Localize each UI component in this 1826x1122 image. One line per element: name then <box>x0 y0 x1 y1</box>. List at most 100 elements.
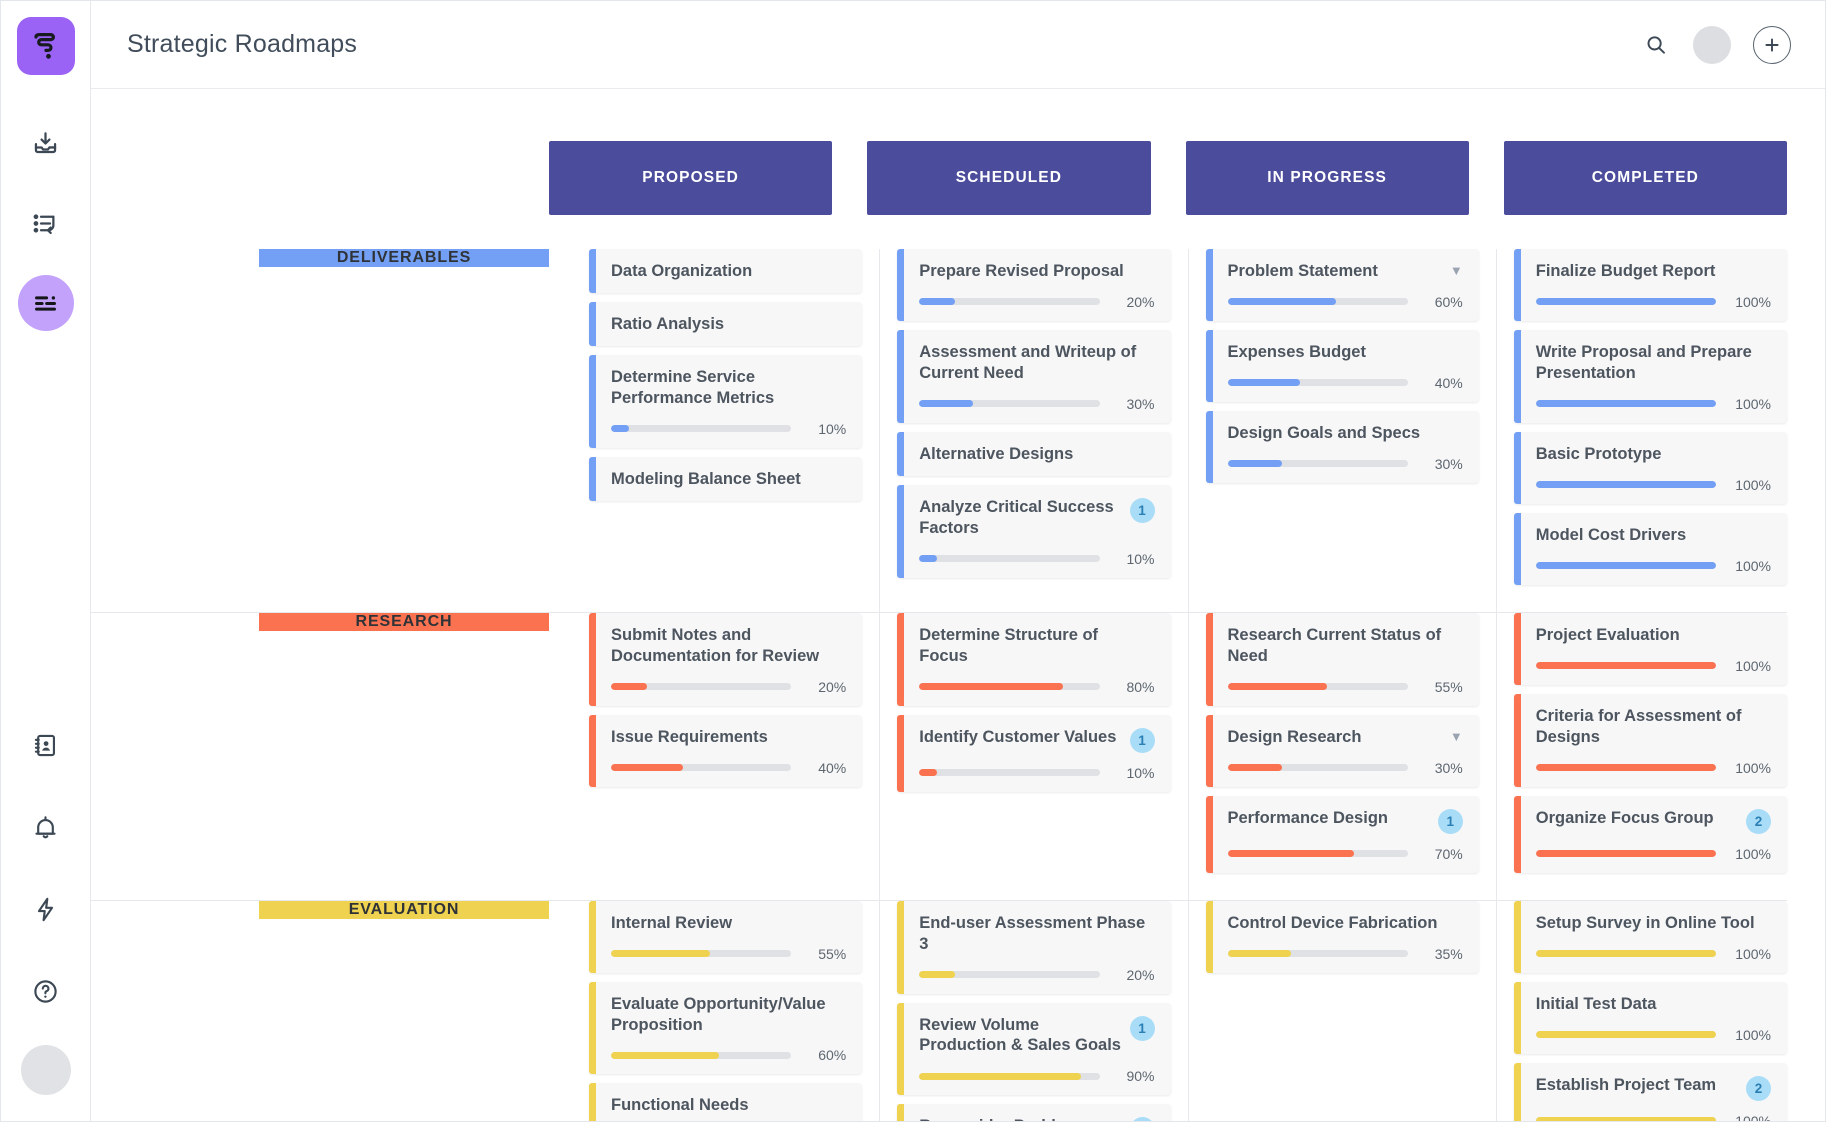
task-card[interactable]: Alternative Designs <box>897 432 1170 476</box>
task-card[interactable]: Finalize Budget Report100% <box>1514 249 1787 321</box>
task-card[interactable]: Problem Statement▼60% <box>1206 249 1479 321</box>
search-button[interactable] <box>1641 30 1671 60</box>
task-card[interactable]: Expenses Budget40% <box>1206 330 1479 402</box>
card-badge-count[interactable]: 1 <box>1130 1117 1155 1121</box>
task-card[interactable]: Design Research▼30% <box>1206 715 1479 787</box>
task-card[interactable]: Organize Focus Group2100% <box>1514 796 1787 873</box>
task-card[interactable]: Design Goals and Specs30% <box>1206 411 1479 483</box>
page-title: Strategic Roadmaps <box>127 30 357 59</box>
card-progress: 20% <box>611 679 846 695</box>
sidebar-profile-avatar[interactable] <box>21 1045 71 1095</box>
task-card[interactable]: Ratio Analysis <box>589 302 862 346</box>
card-badge-count[interactable]: 1 <box>1130 1016 1155 1041</box>
progress-track <box>1536 662 1716 669</box>
cell-research-scheduled: Determine Structure of Focus80% Identify … <box>897 613 1170 900</box>
card-header: Data Organization <box>611 261 846 282</box>
card-progress: 100% <box>1536 558 1771 574</box>
board-lines-icon <box>32 290 59 317</box>
task-card[interactable]: Submit Notes and Documentation for Revie… <box>589 613 862 706</box>
card-accent-bar <box>897 485 904 578</box>
progress-track <box>611 683 791 690</box>
card-header: Control Device Fabrication <box>1228 913 1463 934</box>
task-card[interactable]: Review Volume Production & Sales Goals19… <box>897 1003 1170 1096</box>
sidebar-item-help[interactable] <box>18 963 74 1019</box>
progress-percent: 100% <box>1729 396 1771 412</box>
sidebar-item-tasks[interactable] <box>18 195 74 251</box>
swimlane-label-evaluation[interactable]: EVALUATION <box>259 901 549 919</box>
task-card[interactable]: Functional Needs <box>589 1083 862 1121</box>
task-card[interactable]: Initial Test Data100% <box>1514 982 1787 1054</box>
sidebar-item-inbox[interactable] <box>18 115 74 171</box>
cell-deliverables-proposed: Data Organization Ratio Analysis Determine… <box>589 249 862 612</box>
task-card[interactable]: Write Proposal and Prepare Presentation1… <box>1514 330 1787 423</box>
task-card[interactable]: Performance Design170% <box>1206 796 1479 873</box>
card-header: Analyze Critical Success Factors1 <box>919 497 1154 539</box>
progress-fill <box>1228 764 1282 771</box>
app-logo-icon[interactable] <box>17 17 75 75</box>
task-card[interactable]: Determine Service Performance Metrics10% <box>589 355 862 448</box>
card-title: Problem Statement <box>1228 261 1450 282</box>
card-badge-count[interactable]: 1 <box>1438 809 1463 834</box>
task-card[interactable]: Identify Customer Values110% <box>897 715 1170 792</box>
progress-percent: 20% <box>1113 294 1155 310</box>
task-card[interactable]: Determine Structure of Focus80% <box>897 613 1170 706</box>
task-card[interactable]: Data Organization <box>589 249 862 293</box>
task-card[interactable]: Basic Prototype100% <box>1514 432 1787 504</box>
card-accent-bar <box>1514 901 1521 973</box>
card-badge-count[interactable]: 1 <box>1130 728 1155 753</box>
card-header: Alternative Designs <box>919 444 1154 465</box>
task-card[interactable]: Control Device Fabrication35% <box>1206 901 1479 973</box>
progress-percent: 10% <box>1113 551 1155 567</box>
task-card[interactable]: Criteria for Assessment of Designs100% <box>1514 694 1787 787</box>
task-card[interactable]: Model Cost Drivers100% <box>1514 513 1787 585</box>
task-card[interactable]: Analyze Critical Success Factors1 10% <box>897 485 1170 578</box>
progress-percent: 10% <box>804 421 846 437</box>
progress-fill <box>611 950 710 957</box>
card-header: Review Volume Production & Sales Goals1 <box>919 1015 1154 1057</box>
cell-deliverables-scheduled: Prepare Revised Proposal20% Assessment an… <box>897 249 1170 612</box>
task-card[interactable]: Establish Project Team2100% <box>1514 1063 1787 1121</box>
task-card[interactable]: Setup Survey in Online Tool100% <box>1514 901 1787 973</box>
chevron-down-icon[interactable]: ▼ <box>1450 730 1463 743</box>
card-header: Functional Needs <box>611 1095 846 1116</box>
column-header-proposed[interactable]: PROPOSED <box>549 141 832 215</box>
sidebar-item-boards[interactable] <box>18 275 74 331</box>
task-card[interactable]: Internal Review55% <box>589 901 862 973</box>
task-card[interactable]: Issue Requirements40% <box>589 715 862 787</box>
progress-percent: 80% <box>1113 679 1155 695</box>
card-accent-bar <box>1514 982 1521 1054</box>
column-header-scheduled[interactable]: SCHEDULED <box>867 141 1150 215</box>
card-accent-bar <box>1514 796 1521 873</box>
sidebar-item-notifications[interactable] <box>18 799 74 855</box>
card-badge-count[interactable]: 1 <box>1130 498 1155 523</box>
swimlane-label-deliverables[interactable]: DELIVERABLES <box>259 249 549 267</box>
card-title: Ratio Analysis <box>611 314 846 335</box>
progress-track <box>1228 950 1408 957</box>
column-header-completed[interactable]: COMPLETED <box>1504 141 1787 215</box>
card-accent-bar <box>1514 613 1521 685</box>
progress-percent: 55% <box>804 946 846 962</box>
task-card[interactable]: Modeling Balance Sheet <box>589 457 862 501</box>
progress-percent: 20% <box>1113 967 1155 983</box>
sidebar-item-contacts[interactable] <box>18 717 74 773</box>
card-progress: 40% <box>1228 375 1463 391</box>
progress-fill <box>1228 460 1282 467</box>
column-header-in-progress[interactable]: IN PROGRESS <box>1186 141 1469 215</box>
progress-track <box>1228 298 1408 305</box>
task-card[interactable]: Assessment and Writeup of Current Need30… <box>897 330 1170 423</box>
add-button[interactable] <box>1753 26 1791 64</box>
card-badge-count[interactable]: 2 <box>1746 809 1771 834</box>
task-card[interactable]: Project Evaluation100% <box>1514 613 1787 685</box>
card-accent-bar <box>1206 411 1213 483</box>
swimlane-label-research[interactable]: RESEARCH <box>259 613 549 631</box>
card-badge-count[interactable]: 2 <box>1746 1076 1771 1101</box>
sidebar-item-automations[interactable] <box>18 881 74 937</box>
task-card[interactable]: End-user Assessment Phase 320% <box>897 901 1170 994</box>
task-card[interactable]: Prepare Revised Proposal20% <box>897 249 1170 321</box>
plus-icon <box>1763 36 1781 54</box>
chevron-down-icon[interactable]: ▼ <box>1450 264 1463 277</box>
header-avatar[interactable] <box>1693 26 1731 64</box>
task-card[interactable]: Research Current Status of Need55% <box>1206 613 1479 706</box>
task-card[interactable]: Evaluate Opportunity/Value Proposition60… <box>589 982 862 1075</box>
task-card[interactable]: Reconsider Problems, Goals, Specs1 <box>897 1104 1170 1121</box>
